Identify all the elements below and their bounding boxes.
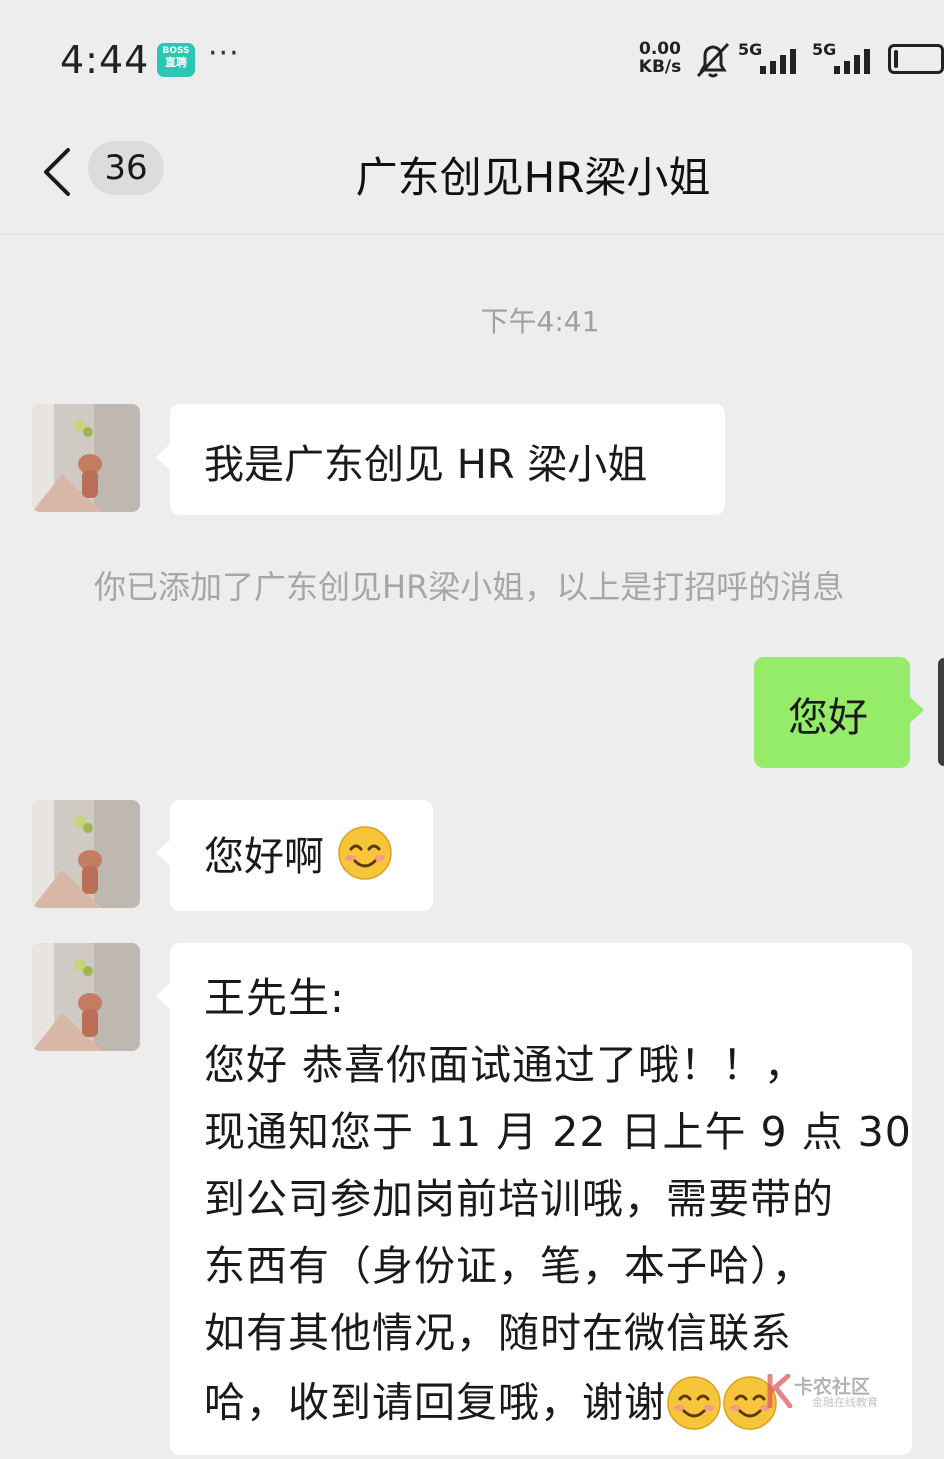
message-line-text: 哈，收到请回复哦，谢谢 [204,1378,666,1427]
sim1-signal-icon: 5G [738,40,802,76]
back-arrow-icon[interactable] [40,146,72,198]
status-time: 4:44 [60,38,150,82]
more-notifications-icon: ··· [208,36,240,71]
message-text: 我是广东创见 HR 梁小姐 [204,442,648,488]
net-speed-unit: KB/s [638,57,682,77]
boss-app-icon: BOSS 直聘 [157,43,195,77]
smile-emoji-icon [337,826,392,880]
boss-app-icon-bottom: 直聘 [165,56,187,69]
message-timestamp: 下午4:41 [480,305,600,338]
sent-message-bubble[interactable]: 您好 [754,657,924,768]
status-bar: 4:44 BOSS 直聘 ··· 0.00 KB/s 5G 5G [0,0,944,118]
received-message-bubble[interactable]: 我是广东创见 HR 梁小姐 [156,404,725,515]
message-line: 您好 恭喜你面试通过了哦！！， [204,1041,807,1089]
mute-bell-icon [696,42,730,78]
unread-count-badge[interactable]: 36 [88,141,164,195]
chat-header: 36 广东创见HR梁小姐 [0,118,944,235]
message-line: 东西有（身份证，笔，本子哈）， [204,1242,814,1290]
net-speed-value: 0.00 [639,39,681,59]
contact-avatar[interactable] [32,800,140,908]
net-speed: 0.00 KB/s [634,40,686,76]
self-avatar[interactable] [938,658,944,766]
sim2-signal-icon: 5G [812,40,876,76]
system-notice: 你已添加了广东创见HR梁小姐，以上是打招呼的消息 [94,568,845,606]
received-message-bubble[interactable]: 您好啊 [156,800,433,911]
watermark-subtitle: 金融在线教育 [812,1396,878,1409]
message-line: 到公司参加岗前培训哦，需要带的 [204,1175,834,1223]
watermark-logo: 卡农社区 金融在线教育 [766,1372,886,1412]
contact-avatar[interactable] [32,943,140,1051]
watermark-k-icon [767,1374,793,1408]
battery-icon [888,44,944,74]
smile-emoji-icon [667,1376,721,1430]
message-text: 您好啊 [204,834,324,880]
message-text: 您好 [788,695,868,741]
battery-level [894,50,898,68]
message-line: 王先生: [204,974,345,1022]
message-line: 现通知您于 11 月 22 日上午 9 点 30 [204,1108,912,1156]
chat-title: 广东创见HR梁小姐 [355,153,711,202]
message-line: 如有其他情况，随时在微信联系 [204,1309,792,1357]
boss-app-icon-top: BOSS [162,46,190,56]
contact-avatar[interactable] [32,404,140,512]
